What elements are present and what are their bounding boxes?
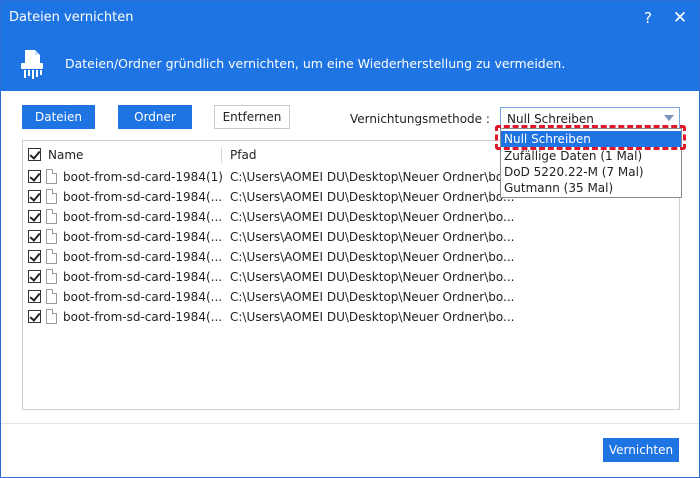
- file-path: C:\Users\AOMEI DU\Desktop\Neuer Ordner\b…: [230, 290, 515, 304]
- file-path: C:\Users\AOMEI DU\Desktop\Neuer Ordner\b…: [230, 250, 515, 264]
- table-row[interactable]: boot-from-sd-card-1984(... C:\Users\AOME…: [23, 247, 679, 267]
- chevron-down-icon: [664, 115, 674, 121]
- file-path: C:\Users\AOMEI DU\Desktop\Neuer Ordner\b…: [230, 230, 515, 244]
- method-select[interactable]: Null Schreiben: [500, 107, 680, 129]
- column-separator[interactable]: [221, 147, 222, 163]
- table-row[interactable]: boot-from-sd-card-1984(... C:\Users\AOME…: [23, 267, 679, 287]
- title-bar: Dateien vernichten ? ✕: [1, 1, 699, 35]
- column-header-name[interactable]: Name: [48, 141, 83, 169]
- method-option-null-schreiben[interactable]: Null Schreiben: [501, 131, 681, 147]
- file-name: boot-from-sd-card-1984(1): [63, 170, 223, 184]
- method-label: Vernichtungsmethode :: [350, 112, 490, 126]
- window-title: Dateien vernichten: [9, 10, 134, 25]
- row-checkbox[interactable]: [28, 270, 41, 283]
- file-icon: [46, 289, 57, 304]
- close-button[interactable]: ✕: [669, 7, 691, 29]
- table-row[interactable]: boot-from-sd-card-1984(... C:\Users\AOME…: [23, 307, 679, 327]
- file-path: C:\Users\AOMEI DU\Desktop\Neuer Ordner\b…: [230, 310, 515, 324]
- row-checkbox[interactable]: [28, 250, 41, 263]
- remove-button[interactable]: Entfernen: [214, 105, 290, 129]
- method-select-value: Null Schreiben: [507, 112, 594, 126]
- table-row[interactable]: boot-from-sd-card-1984(... C:\Users\AOME…: [23, 207, 679, 227]
- column-header-path[interactable]: Pfad: [230, 141, 256, 169]
- table-row[interactable]: boot-from-sd-card-1984(... C:\Users\AOME…: [23, 287, 679, 307]
- footer-divider: [1, 423, 699, 424]
- help-button[interactable]: ?: [637, 7, 659, 29]
- row-checkbox[interactable]: [28, 230, 41, 243]
- add-files-button[interactable]: Dateien: [22, 105, 95, 129]
- row-checkbox[interactable]: [28, 170, 41, 183]
- file-icon: [46, 249, 57, 264]
- table-row[interactable]: boot-from-sd-card-1984(... C:\Users\AOME…: [23, 227, 679, 247]
- row-checkbox[interactable]: [28, 310, 41, 323]
- banner-text: Dateien/Ordner gründlich vernichten, um …: [65, 56, 566, 71]
- file-name: boot-from-sd-card-1984(...: [63, 230, 223, 244]
- info-banner: Dateien/Ordner gründlich vernichten, um …: [1, 35, 699, 91]
- file-name: boot-from-sd-card-1984(...: [63, 270, 223, 284]
- shredder-icon: [21, 50, 43, 79]
- shred-dialog: Dateien vernichten ? ✕ Dateien/Ordner gr…: [0, 0, 700, 478]
- file-icon: [46, 169, 57, 184]
- method-dropdown-list: Null Schreiben Zufällige Daten (1 Mal) D…: [500, 128, 682, 198]
- method-option-gutmann[interactable]: Gutmann (35 Mal): [501, 180, 681, 196]
- shred-button[interactable]: Vernichten: [603, 438, 679, 462]
- add-folder-button[interactable]: Ordner: [118, 105, 192, 129]
- file-name: boot-from-sd-card-1984(...: [63, 290, 223, 304]
- row-checkbox[interactable]: [28, 210, 41, 223]
- file-path: C:\Users\AOMEI DU\Desktop\Neuer Ordner\b…: [230, 190, 515, 204]
- file-icon: [46, 189, 57, 204]
- file-path: C:\Users\AOMEI DU\Desktop\Neuer Ordner\b…: [230, 210, 515, 224]
- select-all-checkbox[interactable]: [28, 148, 41, 161]
- file-path: C:\Users\AOMEI DU\Desktop\Neuer Ordner\b…: [230, 170, 515, 184]
- method-option-zufaellige-daten[interactable]: Zufällige Daten (1 Mal): [501, 148, 681, 164]
- row-checkbox[interactable]: [28, 190, 41, 203]
- row-checkbox[interactable]: [28, 290, 41, 303]
- file-icon: [46, 269, 57, 284]
- file-name: boot-from-sd-card-1984(...: [63, 190, 223, 204]
- file-icon: [46, 209, 57, 224]
- file-name: boot-from-sd-card-1984(...: [63, 250, 223, 264]
- file-path: C:\Users\AOMEI DU\Desktop\Neuer Ordner\b…: [230, 270, 515, 284]
- method-option-dod[interactable]: DoD 5220.22-M (7 Mal): [501, 164, 681, 180]
- file-icon: [46, 309, 57, 324]
- file-name: boot-from-sd-card-1984(...: [63, 210, 223, 224]
- file-name: boot-from-sd-card-1984(...: [63, 310, 223, 324]
- file-icon: [46, 229, 57, 244]
